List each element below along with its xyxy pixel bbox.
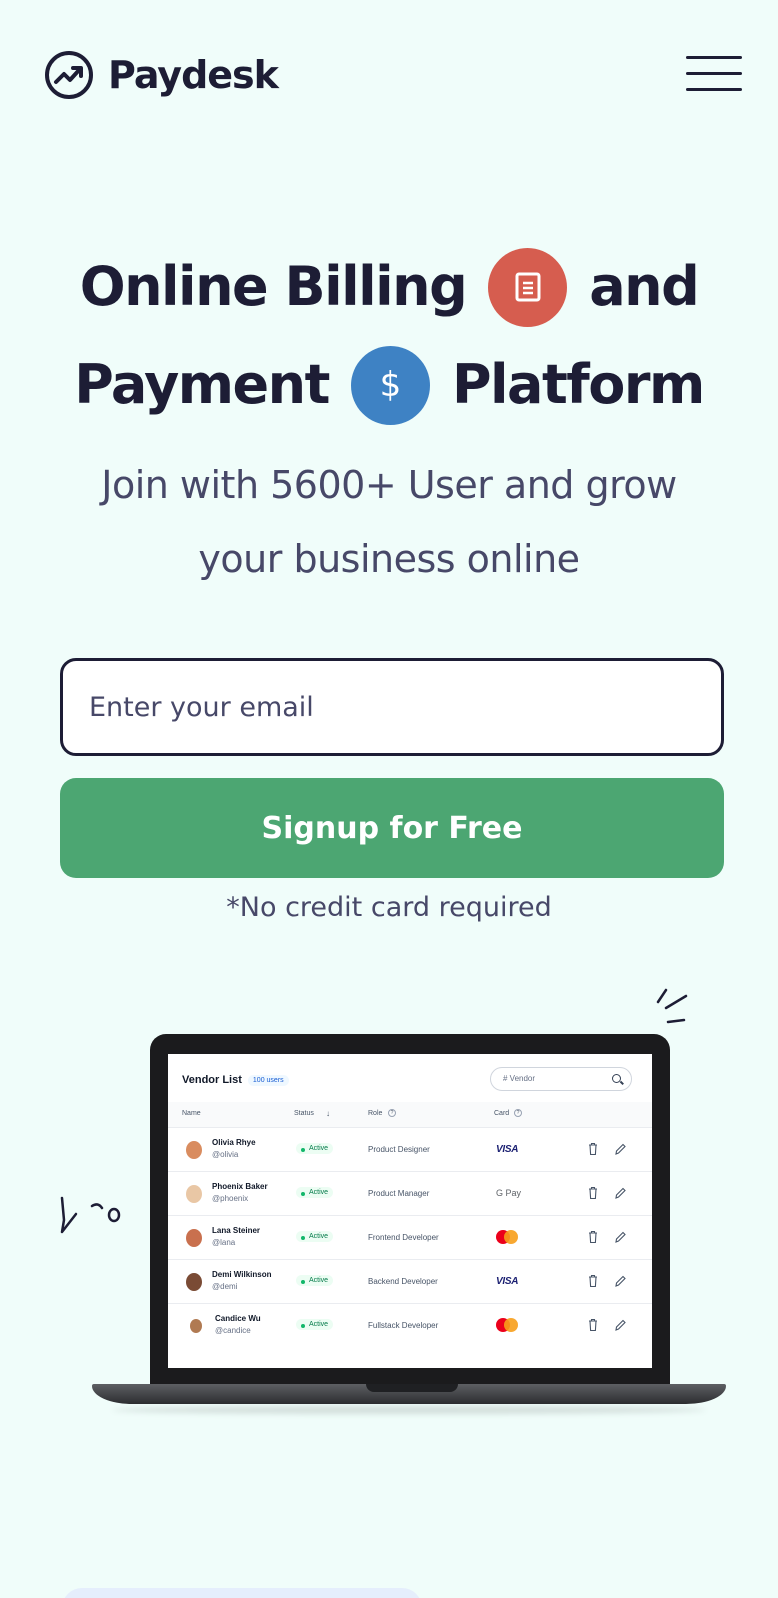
vendor-role: Backend Developer (368, 1277, 438, 1286)
vendor-search-placeholder: # Vendor (503, 1074, 536, 1083)
vendor-role: Frontend Developer (368, 1233, 439, 1242)
edit-icon[interactable] (614, 1142, 626, 1156)
hero-title-part: Payment (74, 353, 330, 416)
edit-icon[interactable] (614, 1274, 626, 1288)
email-input[interactable] (60, 658, 724, 756)
edit-icon[interactable] (614, 1186, 626, 1200)
vendor-search-input[interactable]: # Vendor (490, 1067, 632, 1091)
table-row: Phoenix Baker @phoenix Active Product Ma… (168, 1172, 652, 1216)
dollar-icon: $ (350, 345, 430, 425)
vendor-name: Phoenix Baker (212, 1182, 268, 1191)
vendor-handle: @olivia (212, 1150, 239, 1159)
table-row: Candice Wu @candice Active Fullstack Dev… (168, 1304, 652, 1348)
column-header: Card (494, 1110, 510, 1117)
avatar (190, 1319, 202, 1333)
edit-icon[interactable] (614, 1318, 626, 1332)
logo[interactable]: Paydesk (44, 50, 279, 100)
trash-icon[interactable] (588, 1142, 598, 1156)
status-badge: Active (296, 1231, 334, 1242)
card-mastercard-logo (496, 1318, 518, 1332)
hero-title-part: and (589, 255, 700, 318)
vendor-handle: @phoenix (212, 1194, 249, 1203)
vendor-list-title: Vendor List (182, 1074, 242, 1086)
avatar (186, 1273, 202, 1291)
trash-icon[interactable] (588, 1274, 598, 1288)
avatar (186, 1185, 202, 1203)
column-header: Role (368, 1110, 383, 1117)
trash-icon[interactable] (588, 1318, 598, 1332)
avatar (186, 1141, 202, 1159)
arrow-down-icon: ↓ (326, 1109, 330, 1118)
vendor-name: Candice Wu (215, 1314, 261, 1323)
status-badge: Active (296, 1187, 334, 1198)
status-badge: Active (296, 1319, 334, 1330)
avatar (186, 1229, 202, 1247)
card-label: VISA (496, 1143, 519, 1155)
table-row: Demi Wilkinson @demi Active Backend Deve… (168, 1260, 652, 1304)
help-icon: ? (388, 1109, 396, 1117)
laptop-shadow (112, 1406, 706, 1414)
site-header: Paydesk (0, 0, 778, 150)
vendor-name: Olivia Rhye (212, 1138, 256, 1147)
card-label: G Pay (496, 1188, 522, 1198)
column-header: Name (182, 1110, 201, 1117)
help-icon: ? (514, 1109, 522, 1117)
signup-button[interactable]: Signup for Free (60, 778, 724, 878)
laptop-notch (366, 1384, 458, 1392)
card-visa-logo: VISA (496, 1274, 518, 1288)
document-icon (488, 247, 568, 327)
table-row: Olivia Rhye @olivia Active Product Desig… (168, 1128, 652, 1172)
edit-icon[interactable] (614, 1230, 626, 1244)
hero-title-part: Platform (451, 353, 705, 416)
vendor-role: Fullstack Developer (368, 1321, 439, 1330)
column-header[interactable]: Status (294, 1110, 314, 1117)
table-row: Lana Steiner @lana Active Frontend Devel… (168, 1216, 652, 1260)
vendor-handle: @candice (215, 1326, 251, 1335)
no-credit-card-note: *No credit card required (226, 892, 552, 923)
hero-title-part: Online Billing (79, 255, 468, 318)
vendor-handle: @demi (212, 1282, 238, 1291)
hero-subtitle: Join with 5600+ User and grow your busin… (101, 463, 677, 581)
vendor-handle: @lana (212, 1238, 236, 1247)
vendor-role: Product Designer (368, 1145, 430, 1154)
trending-up-icon (45, 51, 93, 99)
card-visa-logo: VISA (496, 1142, 518, 1156)
card-mastercard-logo (496, 1230, 518, 1244)
user-count-badge: 100 users (247, 1074, 289, 1086)
status-badge: Active (296, 1143, 334, 1154)
search-icon (612, 1074, 621, 1083)
status-badge: Active (296, 1275, 334, 1286)
laptop-mockup: Vendor List 100 users # Vendor Name Stat… (92, 1010, 726, 1414)
card-label: VISA (496, 1275, 519, 1287)
bottom-section-pill (62, 1588, 422, 1598)
hamburger-menu-icon[interactable] (686, 56, 742, 92)
card-gpay-logo: G Pay (496, 1186, 521, 1200)
vendor-role: Product Manager (368, 1189, 430, 1198)
logo-text: Paydesk (108, 53, 279, 97)
vendor-name: Demi Wilkinson (212, 1270, 272, 1279)
trash-icon[interactable] (588, 1230, 598, 1244)
hero-title: Online Billing and Payment $ Platform (0, 238, 778, 434)
vendor-name: Lana Steiner (212, 1226, 261, 1235)
vendor-list-screenshot: Vendor List 100 users # Vendor Name Stat… (168, 1054, 652, 1368)
trash-icon[interactable] (588, 1186, 598, 1200)
table-header: Name Status ↓ Role ? Card ? (168, 1102, 652, 1128)
